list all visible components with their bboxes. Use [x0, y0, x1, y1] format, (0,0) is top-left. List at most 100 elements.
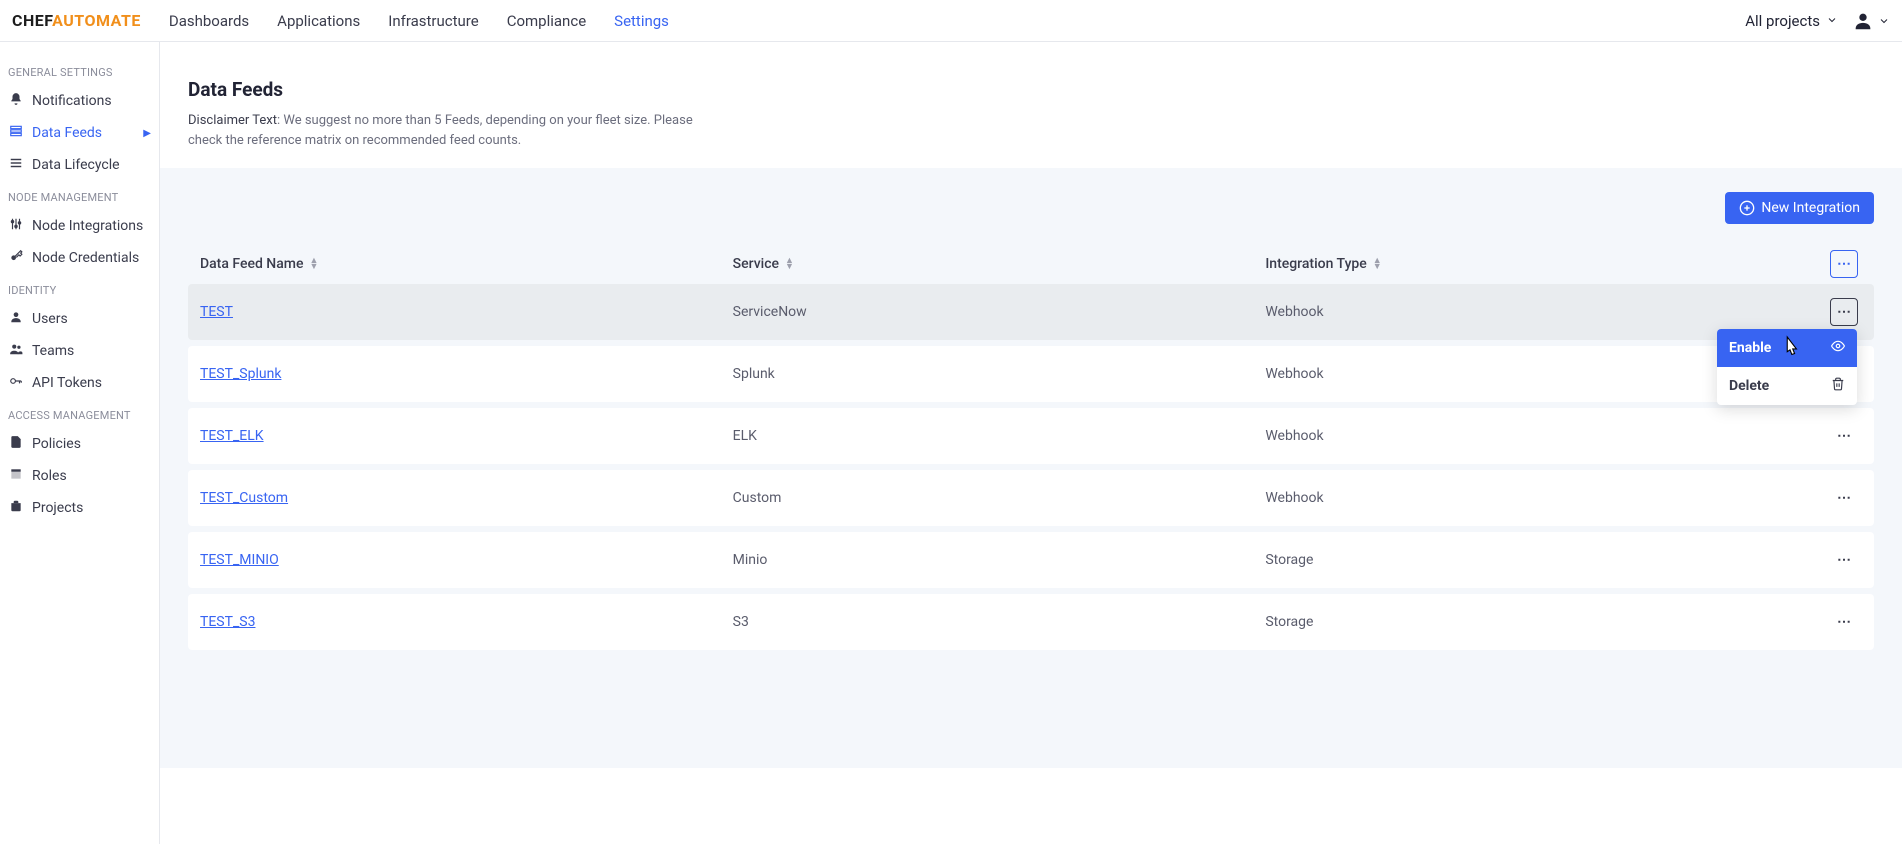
sidebar-item-projects[interactable]: Projects: [0, 492, 159, 524]
cursor-icon: [1779, 335, 1801, 365]
plus-circle-icon: [1739, 200, 1755, 216]
sidebar: GENERAL SETTINGS Notifications Data Feeds ▶…: [0, 42, 160, 844]
new-integration-label: New Integration: [1761, 200, 1860, 216]
table-row: TEST_SplunkSplunkWebhook⋯: [188, 346, 1874, 402]
content-area: New Integration Data Feed Name▲▼Service▲…: [160, 168, 1902, 768]
sidebar-item-users[interactable]: Users: [0, 303, 159, 335]
sidebar-item-label: Data Lifecycle: [32, 157, 120, 173]
row-actions-menu[interactable]: ⋯: [1830, 608, 1858, 636]
service-cell: S3: [733, 614, 1266, 630]
sidebar-section-label: NODE MANAGEMENT: [0, 181, 159, 210]
integration-type-cell: Webhook: [1265, 428, 1798, 444]
sidebar-item-api-tokens[interactable]: API Tokens: [0, 367, 159, 399]
sidebar-item-node-integrations[interactable]: Node Integrations: [0, 210, 159, 242]
user-icon: [8, 310, 24, 328]
integration-type-cell: Storage: [1265, 614, 1798, 630]
data-feeds-table: Data Feed Name▲▼Service▲▼Integration Typ…: [188, 244, 1874, 650]
topnav-dashboards[interactable]: Dashboards: [169, 12, 249, 30]
service-cell: Minio: [733, 552, 1266, 568]
projects-dropdown[interactable]: All projects: [1745, 12, 1838, 30]
table-row: TEST_ELK ELKWebhook ⋯: [188, 408, 1874, 464]
sidebar-item-label: Notifications: [32, 93, 112, 109]
row-actions-menu[interactable]: ⋯: [1830, 546, 1858, 574]
feed-name-link[interactable]: TEST_ELK: [200, 428, 264, 444]
sidebar-item-policies[interactable]: Policies: [0, 428, 159, 460]
disclaimer: Disclaimer Text: We suggest no more than…: [188, 111, 708, 150]
feed-name-link[interactable]: TEST_Custom: [200, 490, 288, 506]
dropdown-item-enable[interactable]: Enable: [1717, 329, 1857, 367]
chevron-down-icon: [1826, 12, 1838, 30]
logo[interactable]: CHEFAUTOMATE: [12, 11, 141, 30]
topnav-applications[interactable]: Applications: [277, 12, 360, 30]
main-content: Data Feeds Disclaimer Text: We suggest n…: [160, 42, 1902, 844]
table-row: TEST_MINIO MinioStorage ⋯: [188, 532, 1874, 588]
feed-icon: [8, 124, 24, 142]
column-header-service[interactable]: Service▲▼: [733, 256, 1266, 272]
disclaimer-label: Disclaimer Text: [188, 113, 277, 128]
logo-automate: AUTOMATE: [52, 11, 141, 30]
sidebar-item-notifications[interactable]: Notifications: [0, 85, 159, 117]
service-cell: Custom: [733, 490, 1266, 506]
sidebar-section-label: GENERAL SETTINGS: [0, 56, 159, 85]
feed-name-link[interactable]: TEST_S3: [200, 614, 255, 630]
integration-type-cell: Webhook: [1265, 304, 1798, 320]
service-cell: ELK: [733, 428, 1266, 444]
sort-icon: ▲▼: [785, 258, 794, 271]
sidebar-item-node-credentials[interactable]: Node Credentials: [0, 242, 159, 274]
topnav-settings[interactable]: Settings: [614, 12, 669, 30]
table-row: TEST_Custom CustomWebhook ⋯: [188, 470, 1874, 526]
table-row: TESTServiceNowWebhook⋯EnableDelete: [188, 284, 1874, 340]
key-icon: [8, 249, 24, 267]
chevron-down-icon: [1878, 15, 1890, 27]
column-header-data-feed-name[interactable]: Data Feed Name▲▼: [200, 256, 733, 272]
projects-label: All projects: [1745, 12, 1820, 30]
roles-icon: [8, 467, 24, 485]
sidebar-item-label: Policies: [32, 436, 81, 452]
table-header-menu[interactable]: ⋯: [1830, 250, 1858, 278]
top-navigation: Dashboards Applications Infrastructure Comp…: [169, 12, 669, 30]
row-dropdown-menu: EnableDelete: [1717, 329, 1857, 405]
sidebar-item-roles[interactable]: Roles: [0, 460, 159, 492]
sidebar-item-label: Projects: [32, 500, 83, 516]
caret-right-icon: ▶: [143, 128, 151, 139]
sort-icon: ▲▼: [309, 258, 318, 271]
projects-icon: [8, 499, 24, 517]
row-actions-menu[interactable]: ⋯EnableDelete: [1830, 298, 1858, 326]
column-header-integration-type[interactable]: Integration Type▲▼: [1265, 256, 1798, 272]
topnav-compliance[interactable]: Compliance: [507, 12, 586, 30]
row-actions-menu[interactable]: ⋯: [1830, 422, 1858, 450]
sidebar-item-label: Data Feeds: [32, 125, 102, 141]
feed-name-link[interactable]: TEST: [200, 304, 233, 320]
new-integration-button[interactable]: New Integration: [1725, 192, 1874, 224]
sidebar-item-data-feeds[interactable]: Data Feeds ▶: [0, 117, 159, 149]
topnav-infrastructure[interactable]: Infrastructure: [388, 12, 478, 30]
row-actions-menu[interactable]: ⋯: [1830, 484, 1858, 512]
sidebar-section-label: IDENTITY: [0, 274, 159, 303]
table-header: Data Feed Name▲▼Service▲▼Integration Typ…: [188, 244, 1874, 284]
users-icon: [8, 342, 24, 360]
logo-chef: CHEF: [12, 11, 52, 30]
sidebar-item-label: API Tokens: [32, 375, 102, 391]
service-cell: Splunk: [733, 366, 1266, 382]
integration-type-cell: Webhook: [1265, 490, 1798, 506]
page-header: Data Feeds Disclaimer Text: We suggest n…: [160, 42, 1902, 168]
page-title: Data Feeds: [188, 78, 1874, 101]
sidebar-item-label: Teams: [32, 343, 74, 359]
sidebar-item-data-lifecycle[interactable]: Data Lifecycle: [0, 149, 159, 181]
dropdown-item-delete[interactable]: Delete: [1717, 367, 1857, 405]
integration-type-cell: Storage: [1265, 552, 1798, 568]
feed-name-link[interactable]: TEST_Splunk: [200, 366, 281, 382]
topbar: CHEFAUTOMATE Dashboards Applications Infra…: [0, 0, 1902, 42]
lifecycle-icon: [8, 156, 24, 174]
trash-icon: [1831, 377, 1845, 395]
token-icon: [8, 374, 24, 392]
sidebar-section-label: ACCESS MANAGEMENT: [0, 399, 159, 428]
sidebar-item-label: Node Credentials: [32, 250, 139, 266]
sidebar-item-label: Roles: [32, 468, 67, 484]
user-menu[interactable]: [1852, 10, 1890, 32]
eye-icon: [1831, 339, 1845, 357]
policies-icon: [8, 435, 24, 453]
feed-name-link[interactable]: TEST_MINIO: [200, 552, 279, 568]
table-row: TEST_S3 S3Storage ⋯: [188, 594, 1874, 650]
sidebar-item-teams[interactable]: Teams: [0, 335, 159, 367]
